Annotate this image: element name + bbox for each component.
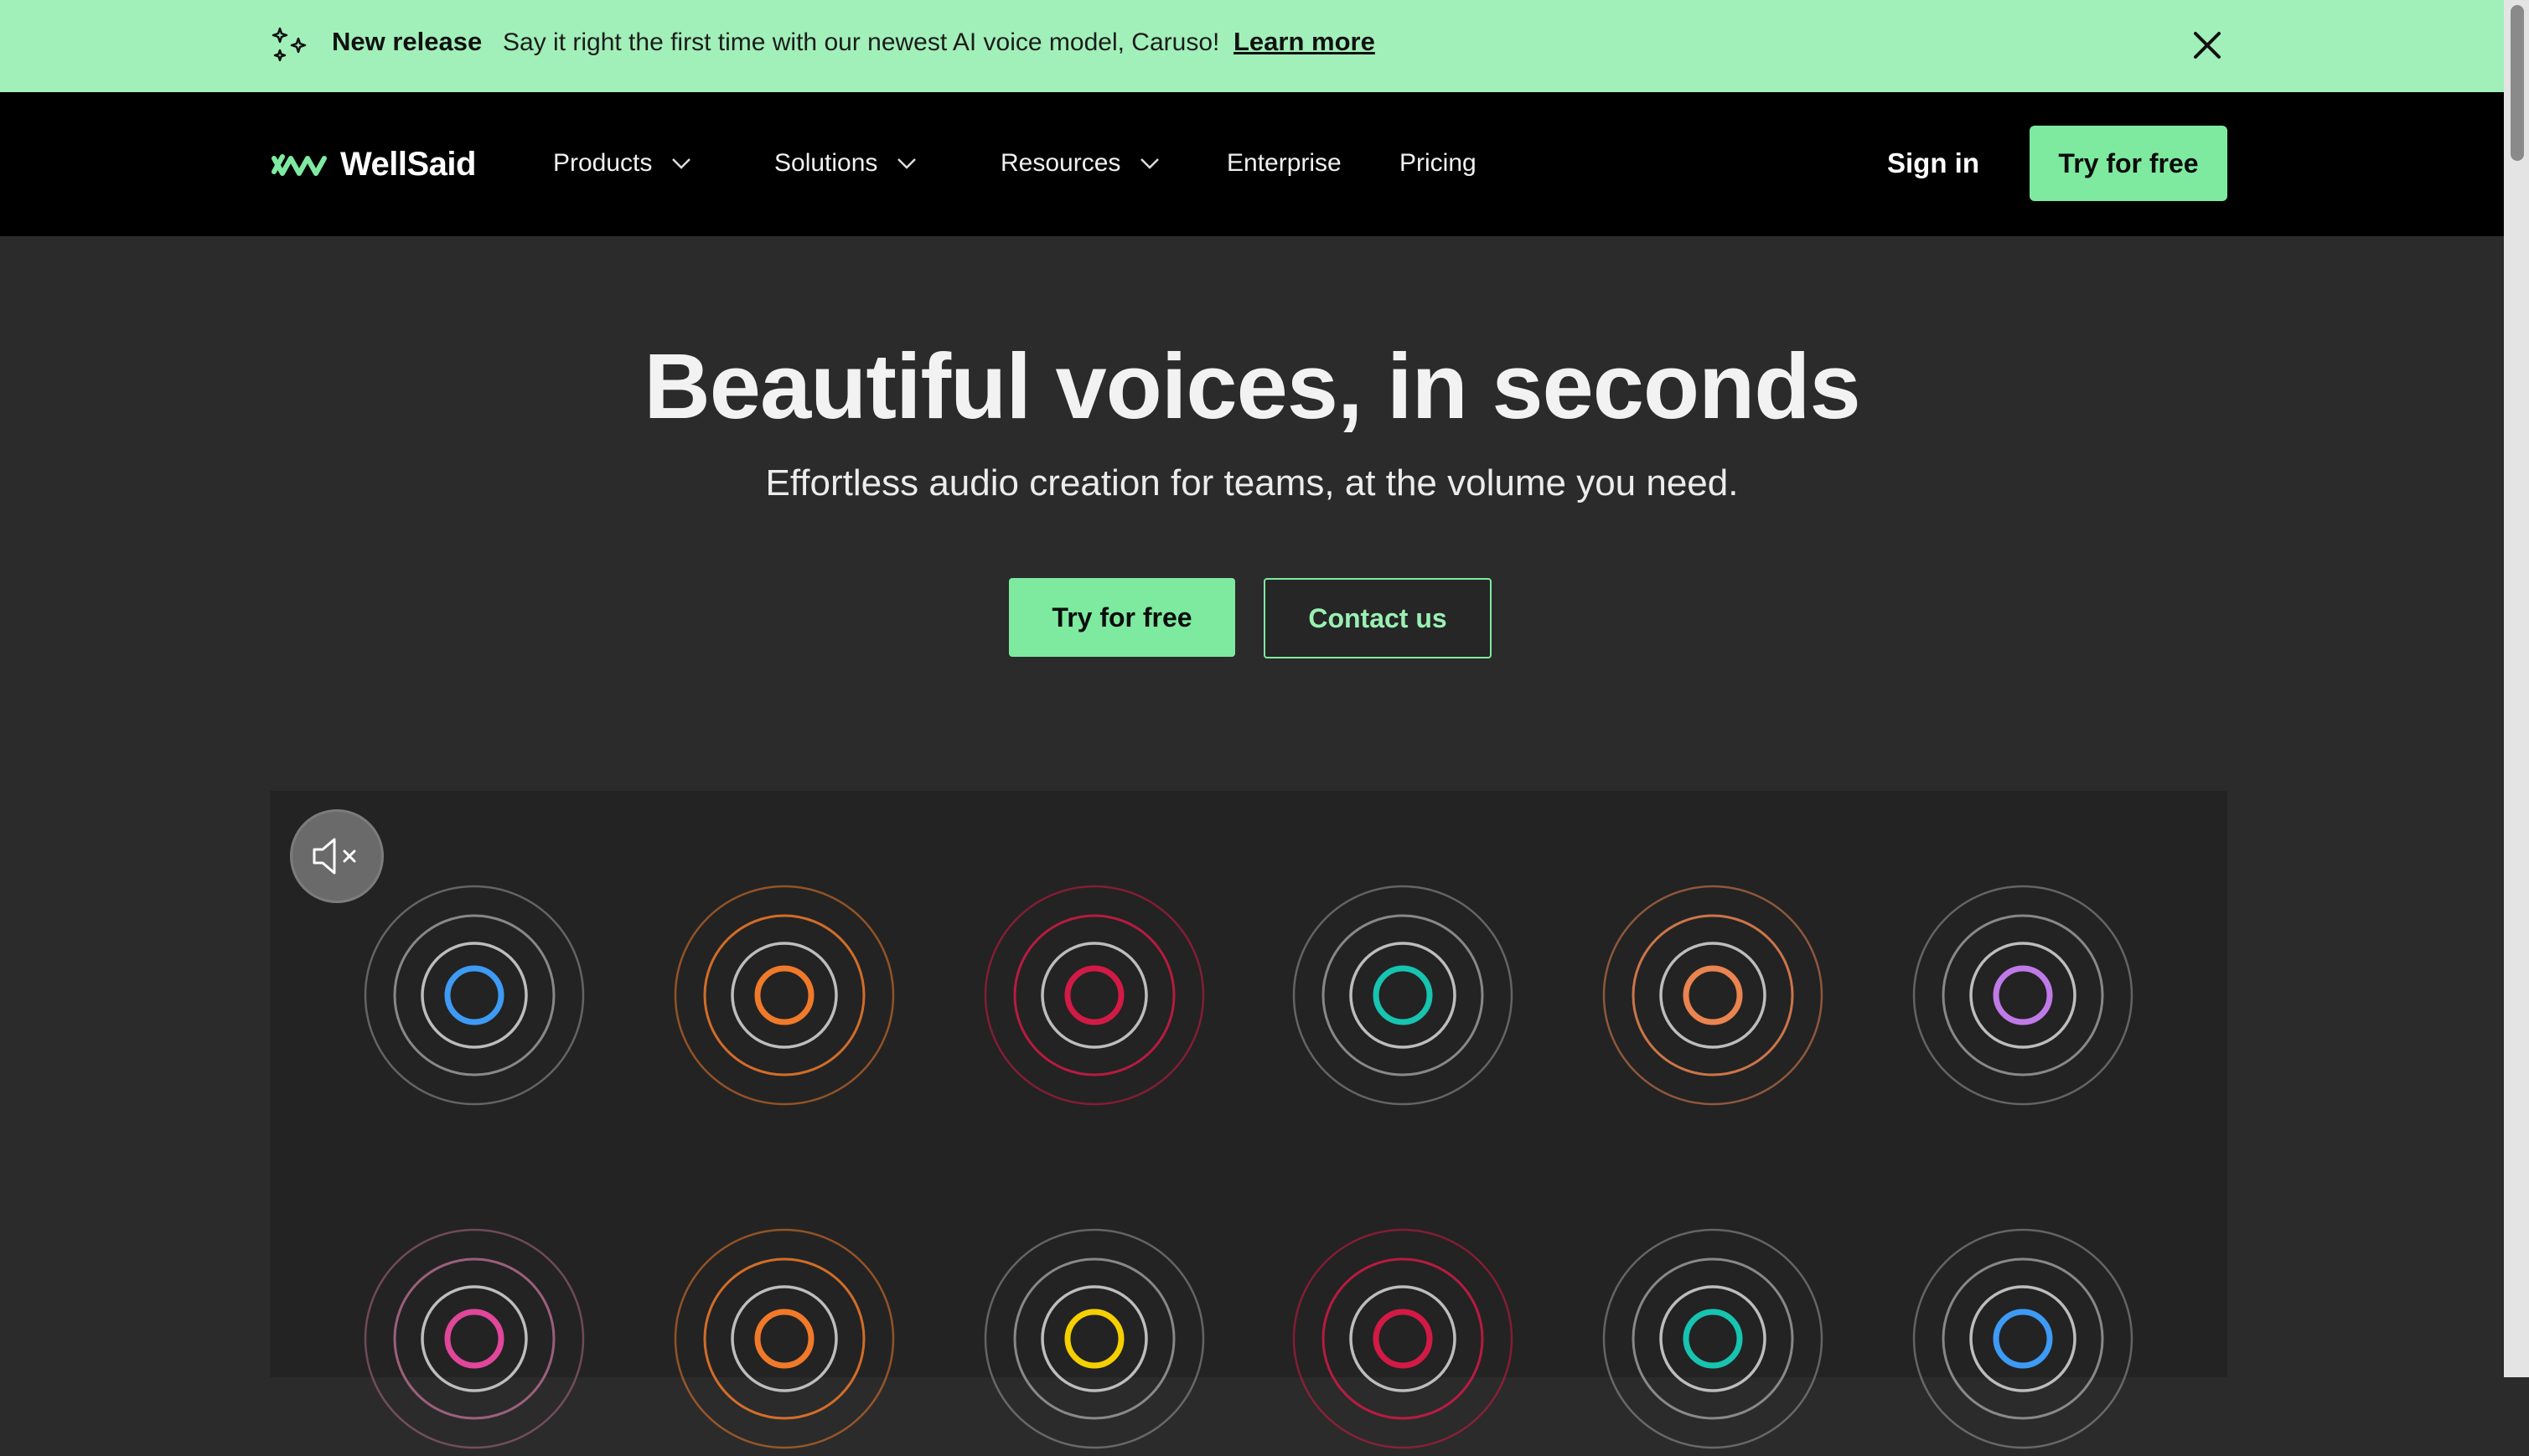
chevron-down-icon [1140, 158, 1160, 169]
voice-sample-button[interactable] [981, 882, 1208, 1108]
voice-sample-button[interactable] [1910, 1226, 2136, 1452]
nav-item-solutions[interactable]: Solutions [774, 149, 918, 178]
voice-sample-button[interactable] [361, 882, 587, 1108]
voice-sample-button[interactable] [1600, 1226, 1826, 1452]
page-scrollbar[interactable] [2504, 0, 2529, 1377]
nav-item-label: Pricing [1399, 149, 1477, 177]
voice-rings-icon [674, 1228, 895, 1449]
voice-rings-icon [364, 885, 585, 1106]
voice-rings-icon [674, 885, 895, 1106]
try-for-free-nav-button[interactable]: Try for free [2030, 126, 2227, 201]
chevron-down-icon [897, 158, 917, 169]
announcement-bar: New release Say it right the first time … [0, 0, 2504, 92]
voice-sample-button[interactable] [671, 882, 897, 1108]
nav-item-label: Solutions [774, 149, 878, 177]
hero-title: Beautiful voices, in seconds [644, 335, 1860, 438]
voice-sample-button[interactable] [1290, 1226, 1516, 1452]
voice-sample-button[interactable] [671, 1226, 897, 1452]
brand-logo[interactable]: WellSaid [270, 146, 476, 183]
hero-subtitle: Effortless audio creation for teams, at … [765, 462, 1739, 503]
sign-in-link[interactable]: Sign in [1887, 147, 1979, 179]
try-for-free-button[interactable]: Try for free [1009, 578, 1235, 657]
chevron-down-icon [672, 158, 691, 169]
close-icon[interactable] [2189, 27, 2226, 64]
learn-more-link[interactable]: Learn more [1233, 27, 1375, 57]
voice-sample-button[interactable] [1600, 882, 1826, 1108]
voice-rings-icon [1912, 1228, 2133, 1449]
main-navigation: WellSaid Products Solutions Resources En… [0, 92, 2504, 236]
voice-rings-icon [1602, 885, 1823, 1106]
scrollbar-thumb[interactable] [2511, 5, 2524, 161]
voice-sample-button[interactable] [1290, 882, 1516, 1108]
voice-rings-icon [984, 1228, 1205, 1449]
voice-rings-icon [1292, 885, 1513, 1106]
voice-rings-icon [984, 885, 1205, 1106]
nav-item-pricing[interactable]: Pricing [1399, 149, 1477, 178]
nav-item-enterprise[interactable]: Enterprise [1227, 149, 1342, 178]
voice-sample-button[interactable] [361, 1226, 587, 1452]
announcement-title: New release [332, 27, 483, 56]
sparkles-icon [272, 27, 307, 62]
voice-sample-button[interactable] [981, 1226, 1208, 1452]
announcement-message: Say it right the first time with our new… [503, 28, 1220, 56]
wellsaid-logo-icon [272, 153, 327, 176]
voice-sample-button[interactable] [1910, 882, 2136, 1108]
nav-item-products[interactable]: Products [553, 149, 692, 178]
nav-item-label: Products [553, 149, 653, 177]
voice-rings-icon [1292, 1228, 1513, 1449]
voice-rings-icon [1912, 885, 2133, 1106]
nav-item-resources[interactable]: Resources [1001, 149, 1161, 178]
voice-rings-icon [364, 1228, 585, 1449]
nav-item-label: Enterprise [1227, 149, 1342, 177]
voice-rings-icon [1602, 1228, 1823, 1449]
speaker-muted-icon [313, 838, 356, 875]
contact-us-button[interactable]: Contact us [1264, 578, 1492, 658]
brand-name: WellSaid [340, 146, 476, 183]
nav-item-label: Resources [1001, 149, 1121, 177]
